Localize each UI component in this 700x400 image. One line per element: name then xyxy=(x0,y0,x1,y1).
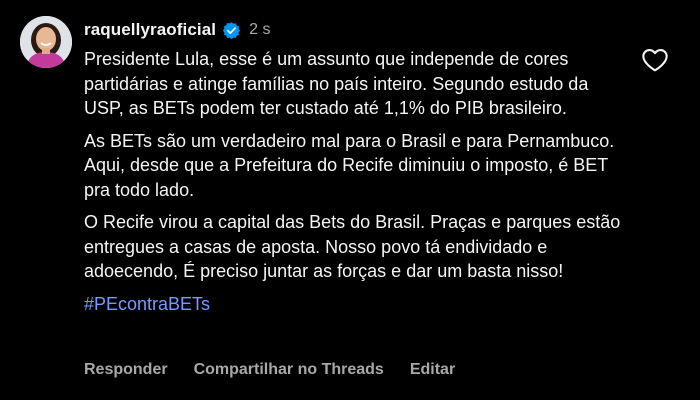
comment-paragraph: As BETs são um verdadeiro mal para o Bra… xyxy=(84,130,615,200)
reply-button[interactable]: Responder xyxy=(84,361,168,379)
comment-paragraph: Presidente Lula, esse é um assunto que i… xyxy=(84,49,589,118)
avatar[interactable] xyxy=(20,16,72,68)
edit-button[interactable]: Editar xyxy=(410,361,455,379)
username-link[interactable]: raquellyraoficial xyxy=(84,19,216,41)
profile-photo-icon xyxy=(20,16,72,68)
verified-badge-icon xyxy=(222,21,241,40)
comment-body: Presidente Lula, esse é um assunto que i… xyxy=(84,47,629,316)
comment-actions: Responder Compartilhar no Threads Editar xyxy=(84,361,455,379)
comment-header: raquellyraoficial 2 s xyxy=(84,19,270,41)
timestamp: 2 s xyxy=(249,21,271,38)
heart-outline-icon[interactable] xyxy=(641,46,669,74)
share-threads-button[interactable]: Compartilhar no Threads xyxy=(194,361,384,379)
hashtag-link[interactable]: #PEcontraBETs xyxy=(84,292,629,317)
comment-item: raquellyraoficial 2 s Presidente Lula, e… xyxy=(0,0,700,400)
comment-paragraph: O Recife virou a capital das Bets do Bra… xyxy=(84,212,621,281)
